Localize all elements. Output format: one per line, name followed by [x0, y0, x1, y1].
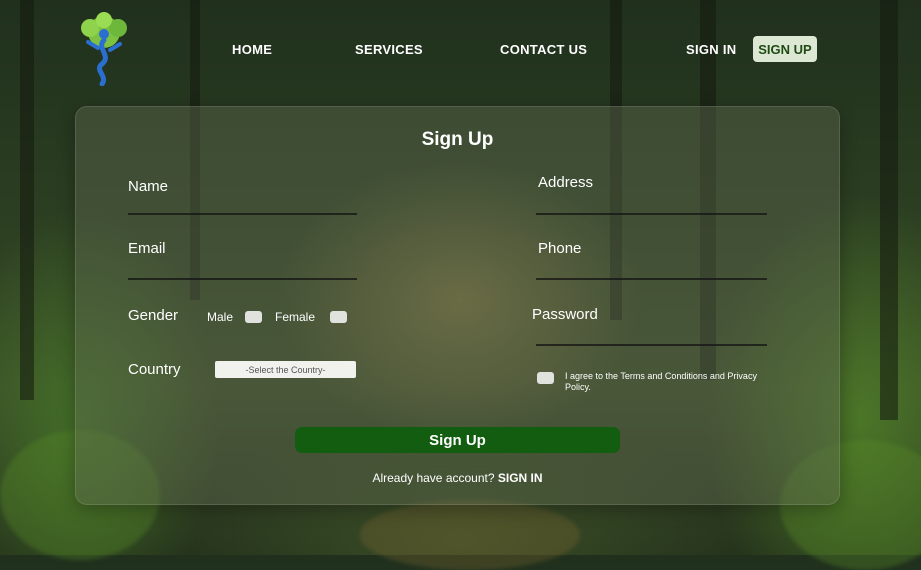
- female-label: Female: [275, 310, 316, 324]
- password-input[interactable]: [536, 344, 767, 346]
- tree-person-logo-icon[interactable]: [74, 12, 134, 87]
- country-label: Country: [128, 361, 181, 378]
- signup-form-card: Sign Up Name Address Email Phone Gender …: [75, 106, 840, 505]
- signin-prompt-text: Already have account?: [372, 471, 495, 485]
- nav-sign-up-button[interactable]: SIGN UP: [753, 36, 817, 62]
- male-label: Male: [207, 310, 234, 324]
- sign-up-submit-button[interactable]: Sign Up: [295, 427, 620, 453]
- email-label: Email: [128, 240, 166, 257]
- phone-label: Phone: [538, 240, 582, 257]
- terms-checkbox[interactable]: [537, 372, 554, 384]
- phone-input[interactable]: [536, 278, 767, 280]
- nav-services-link[interactable]: SERVICES: [355, 42, 423, 57]
- name-label: Name: [128, 178, 169, 195]
- footer-sign-in-link[interactable]: SIGN IN: [498, 471, 543, 485]
- address-input[interactable]: [536, 213, 767, 215]
- gender-label: Gender: [128, 307, 179, 324]
- form-title: Sign Up: [421, 129, 494, 150]
- female-checkbox[interactable]: [330, 311, 347, 323]
- signin-prompt: Already have account? SIGN IN: [76, 471, 839, 485]
- terms-text: I agree to the Terms and Conditions and …: [565, 371, 757, 392]
- name-input[interactable]: [128, 213, 357, 215]
- email-input[interactable]: [128, 278, 357, 280]
- nav-sign-in-link[interactable]: SIGN IN: [686, 42, 737, 57]
- country-select[interactable]: -Select the Country-: [215, 361, 356, 378]
- address-label: Address: [538, 174, 594, 191]
- nav-contact-link[interactable]: CONTACT US: [500, 42, 587, 57]
- male-checkbox[interactable]: [245, 311, 262, 323]
- top-navigation: HOME SERVICES CONTACT US SIGN IN SIGN UP: [0, 0, 921, 100]
- password-label: Password: [532, 306, 598, 323]
- nav-home-link[interactable]: HOME: [232, 42, 272, 57]
